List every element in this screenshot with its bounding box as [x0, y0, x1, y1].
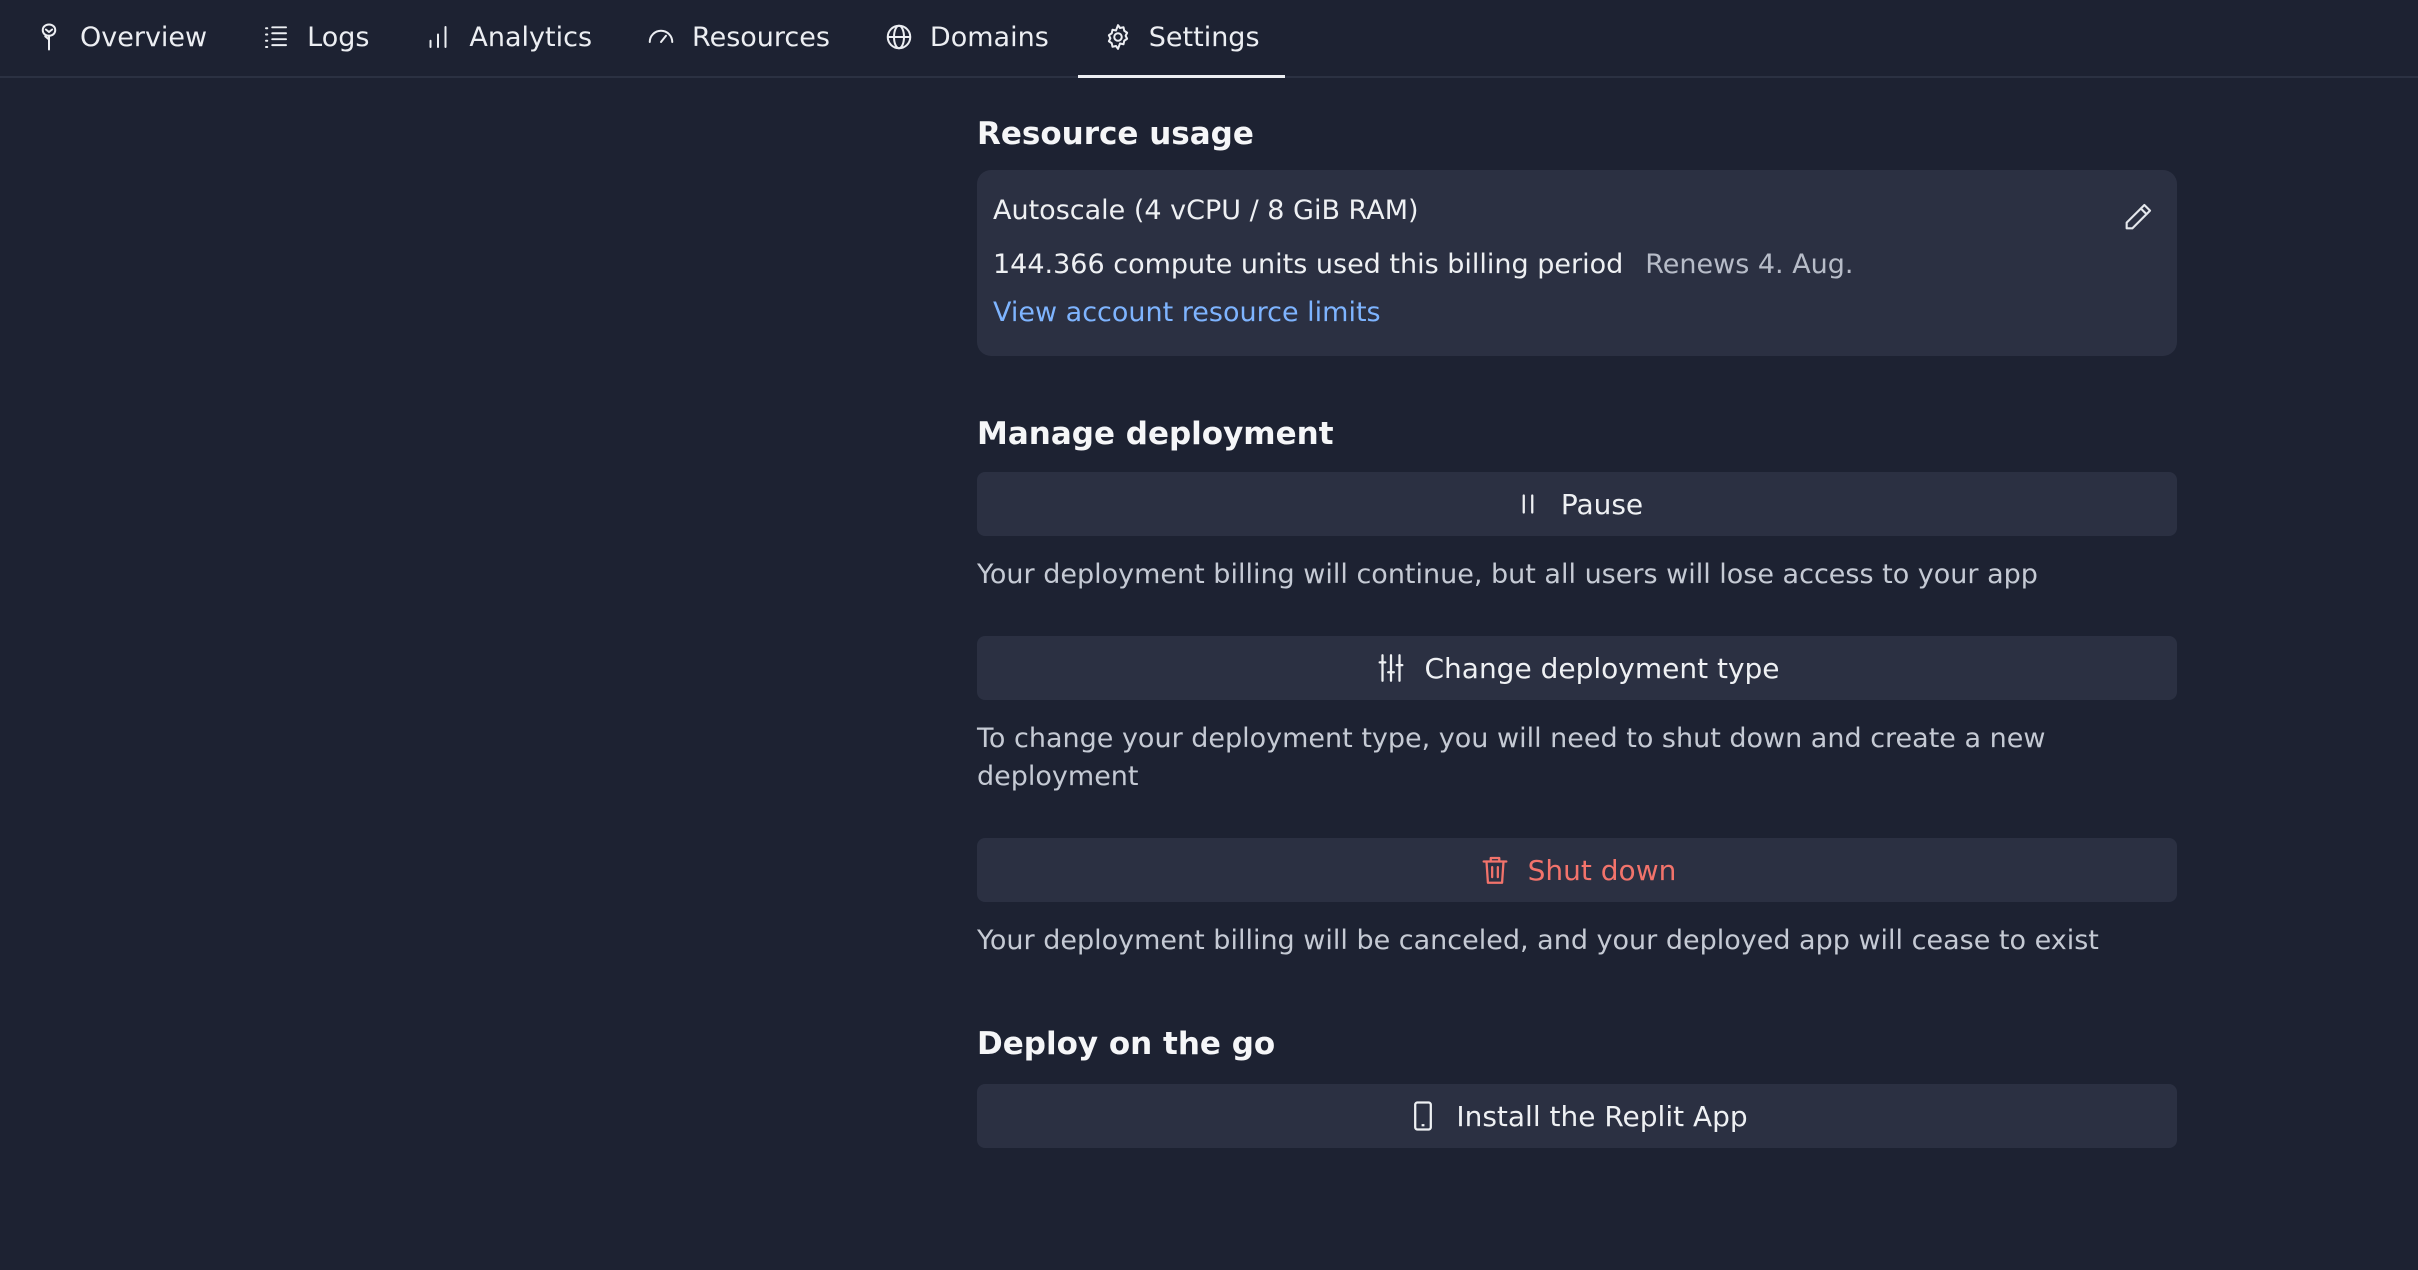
tab-logs[interactable]: Logs — [236, 0, 394, 76]
tab-settings[interactable]: Settings — [1077, 0, 1285, 78]
tab-label: Logs — [307, 21, 370, 53]
list-icon — [261, 22, 291, 52]
shut-down-label: Shut down — [1527, 853, 1677, 887]
tab-label: Resources — [692, 21, 830, 53]
renewal-date: Renews 4. Aug. — [1645, 249, 1854, 280]
mobile-phone-icon — [1406, 1099, 1440, 1133]
globe-icon — [884, 22, 914, 52]
bar-chart-icon — [423, 22, 453, 52]
deploy-on-the-go-title: Deploy on the go — [977, 1026, 1276, 1062]
account-resource-limits-link[interactable]: View account resource limits — [993, 294, 1381, 332]
compute-units-used: 144.366 compute units used this billing … — [993, 249, 1624, 280]
shut-down-button[interactable]: Shut down — [977, 838, 2177, 902]
change-deployment-type-button[interactable]: Change deployment type — [977, 636, 2177, 700]
tab-label: Analytics — [469, 21, 593, 53]
tab-label: Domains — [929, 21, 1049, 53]
settings-panel: Resource usage Autoscale (4 vCPU / 8 GiB… — [977, 78, 2177, 1148]
machine-spec: Autoscale (4 vCPU / 8 GiB RAM) — [993, 195, 1419, 226]
tab-overview[interactable]: Overview — [30, 0, 232, 76]
usage-line: 144.366 compute units used this billing … — [993, 246, 2159, 284]
resource-usage-title: Resource usage — [977, 116, 1254, 152]
install-replit-app-button[interactable]: Install the Replit App — [977, 1084, 2177, 1148]
manage-deployment-title: Manage deployment — [977, 416, 1334, 452]
tab-analytics[interactable]: Analytics — [398, 0, 617, 76]
pause-button[interactable]: Pause — [977, 472, 2177, 536]
deployment-tabs: Overview Logs Analytics Resources Domain… — [0, 0, 2418, 78]
trash-icon — [1478, 853, 1512, 887]
pencil-icon[interactable] — [2121, 200, 2155, 234]
resource-usage-card: Autoscale (4 vCPU / 8 GiB RAM) 144.366 c… — [977, 170, 2177, 356]
pause-description: Your deployment billing will continue, b… — [977, 559, 2038, 590]
tree-icon — [34, 22, 64, 52]
tab-label: Overview — [80, 21, 208, 53]
change-deployment-type-description: To change your deployment type, you will… — [977, 723, 2046, 792]
gear-icon — [1103, 22, 1133, 52]
shut-down-description: Your deployment billing will be canceled… — [977, 925, 2099, 956]
tab-label: Settings — [1148, 21, 1260, 53]
pause-icon — [1511, 487, 1545, 521]
install-replit-app-label: Install the Replit App — [1456, 1099, 1748, 1133]
gauge-icon — [646, 22, 676, 52]
pause-label: Pause — [1560, 487, 1644, 521]
tab-domains[interactable]: Domains — [859, 0, 1074, 76]
change-deployment-type-label: Change deployment type — [1424, 651, 1780, 685]
sliders-icon — [1374, 651, 1408, 685]
tab-resources[interactable]: Resources — [621, 0, 855, 76]
